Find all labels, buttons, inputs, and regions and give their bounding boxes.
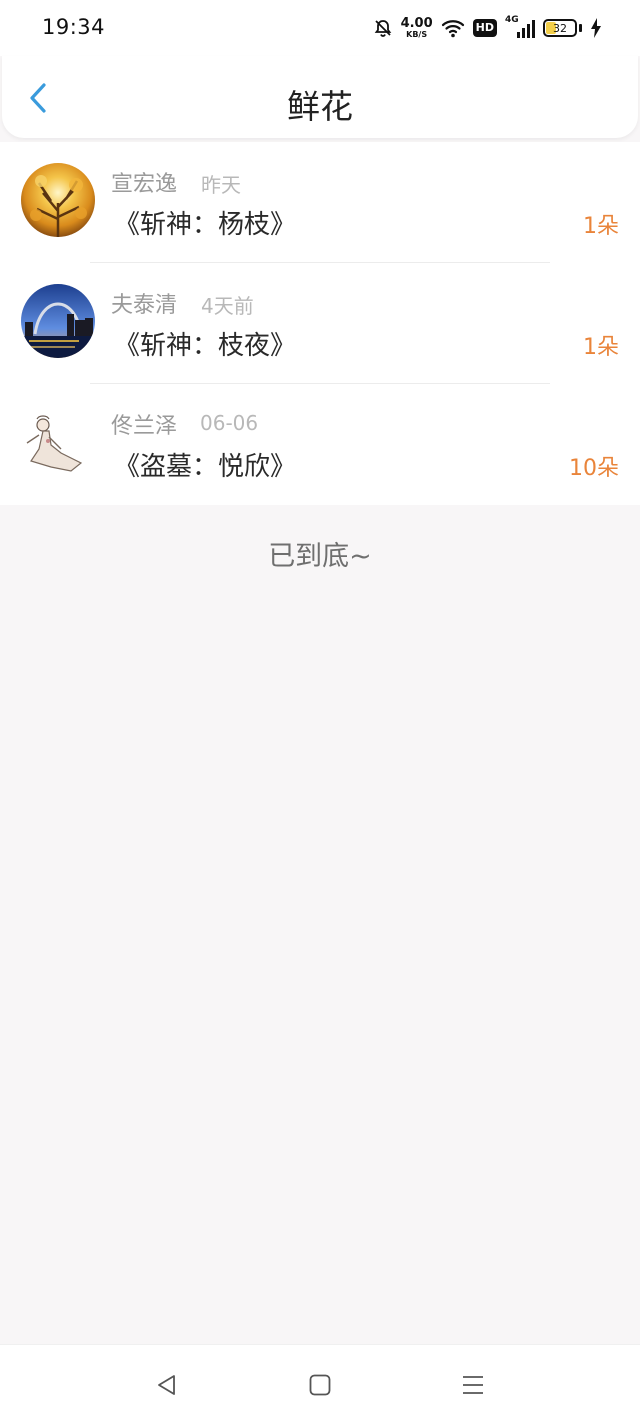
flower-list: 宣宏逸 昨天 《斩神：杨枝》 1朵 夫泰清 4天前 《斩神：枝夜》 1朵 佟兰泽… — [0, 142, 640, 505]
home-square-icon — [309, 1374, 331, 1396]
wifi-icon — [441, 20, 464, 38]
signal-label: 4G — [505, 15, 519, 25]
back-triangle-icon — [158, 1375, 175, 1395]
sender-name: 夫泰清 — [111, 293, 178, 318]
golden-tree-avatar — [21, 163, 95, 237]
send-time: 06-06 — [200, 411, 259, 435]
book-title: 《斩神：枝夜》 — [114, 331, 297, 361]
avatar — [21, 405, 95, 479]
page-title: 鲜花 — [287, 87, 353, 126]
battery-nub — [579, 24, 582, 32]
send-time: 昨天 — [201, 173, 241, 197]
signal-icon: 4G — [505, 15, 535, 38]
avatar — [21, 163, 95, 237]
send-time: 4天前 — [201, 294, 254, 318]
avatar — [21, 284, 95, 358]
list-item[interactable]: 夫泰清 4天前 《斩神：枝夜》 1朵 — [0, 263, 640, 384]
charging-icon — [591, 18, 601, 38]
list-item[interactable]: 宣宏逸 昨天 《斩神：杨枝》 1朵 — [0, 142, 640, 263]
flower-count: 10朵 — [569, 456, 619, 481]
nav-menu-button[interactable] — [453, 1367, 493, 1403]
sender-name: 宣宏逸 — [111, 172, 178, 197]
net-speed-unit: KB/S — [406, 30, 428, 39]
bell-off-icon — [374, 20, 391, 37]
sender-name: 佟兰泽 — [111, 414, 178, 439]
book-title: 《盗墓：悦欣》 — [114, 452, 297, 482]
status-icons: 4.00 KB/S HD 4G 32 — [373, 14, 602, 42]
system-nav-bar — [0, 1344, 640, 1422]
anime-girl-avatar — [21, 405, 95, 479]
battery-level: 32 — [553, 21, 567, 35]
end-of-list-text: 已到底~ — [268, 541, 372, 572]
book-title: 《斩神：杨枝》 — [114, 210, 297, 240]
status-time: 19:34 — [42, 15, 106, 39]
header: 鲜花 — [2, 56, 638, 138]
net-speed-value: 4.00 — [400, 16, 433, 31]
battery-icon: 32 — [543, 19, 577, 37]
flower-count: 1朵 — [583, 335, 619, 360]
menu-lines-icon — [463, 1376, 483, 1394]
list-item[interactable]: 佟兰泽 06-06 《盗墓：悦欣》 10朵 — [0, 384, 640, 505]
status-bar: 19:34 4.00 KB/S HD 4G 32 — [0, 0, 640, 56]
hd-icon: HD — [472, 19, 497, 37]
nav-back-button[interactable] — [147, 1367, 187, 1403]
net-speed: 4.00 KB/S — [401, 17, 433, 39]
flower-count: 1朵 — [583, 214, 619, 239]
city-arch-avatar — [21, 284, 95, 358]
nav-home-button[interactable] — [300, 1367, 340, 1403]
